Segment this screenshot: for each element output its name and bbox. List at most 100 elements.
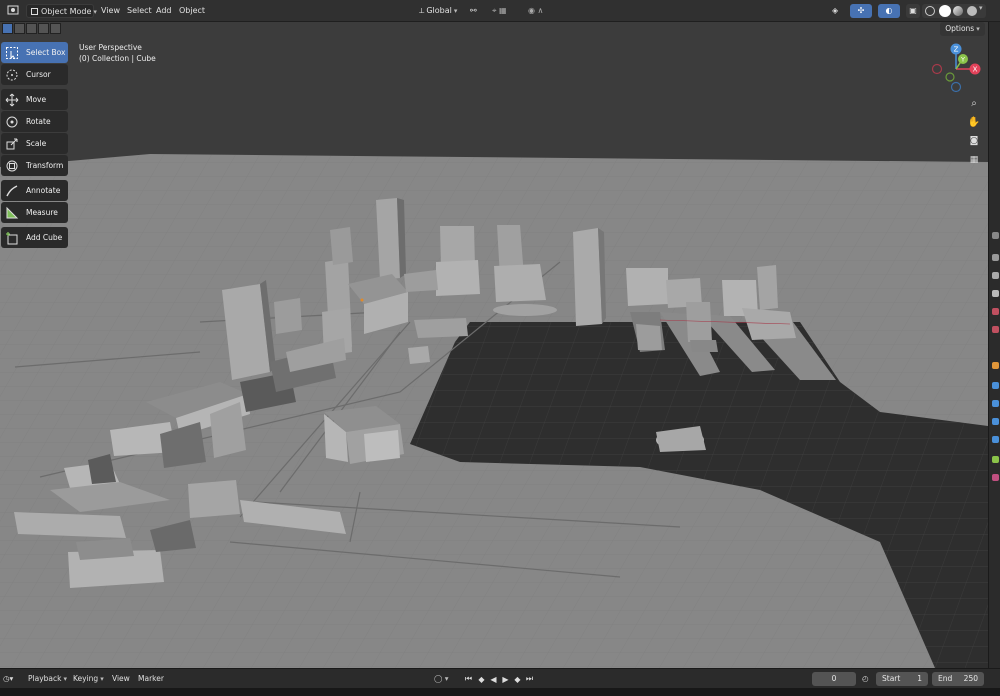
- play-reverse-button[interactable]: ◀: [488, 673, 499, 685]
- select-new-icon[interactable]: [2, 23, 13, 34]
- tool-add-cube[interactable]: Add Cube: [1, 227, 68, 248]
- select-invert-icon[interactable]: [38, 23, 49, 34]
- ortho-toggle-button[interactable]: ▦: [965, 151, 983, 169]
- pivot-point-button[interactable]: ⚯: [466, 4, 486, 18]
- neg-y-axis-handle[interactable]: [945, 72, 955, 82]
- menu-select[interactable]: Select: [127, 4, 152, 18]
- camera-view-button[interactable]: ◙: [965, 132, 983, 150]
- chevron-down-icon[interactable]: ▾: [979, 4, 983, 12]
- 3d-viewport[interactable]: User Perspective (0) Collection | Cube S…: [0, 22, 988, 668]
- tool-scale[interactable]: Scale: [1, 133, 68, 154]
- properties-editor-edge[interactable]: [988, 22, 1000, 668]
- wireframe-shading-icon[interactable]: [925, 6, 935, 16]
- mode-dropdown[interactable]: Object Mode ▾: [26, 4, 97, 18]
- rotate-icon: [6, 116, 18, 127]
- modifier-tab-icon[interactable]: [992, 382, 999, 389]
- neg-x-axis-handle[interactable]: [931, 63, 943, 75]
- select-subtract-icon[interactable]: [26, 23, 37, 34]
- x-axis-label: X: [973, 66, 978, 74]
- pan-button[interactable]: ✋: [965, 113, 983, 131]
- menu-view[interactable]: View: [101, 4, 120, 18]
- current-frame-field[interactable]: 0: [812, 672, 856, 686]
- rendered-shading-icon[interactable]: [967, 6, 977, 16]
- solid-shading-icon[interactable]: [939, 5, 951, 17]
- record-icon: ◯ ▾: [434, 674, 449, 683]
- tool-annotate[interactable]: Annotate: [1, 180, 68, 201]
- proportional-edit-button[interactable]: ◉ ∧: [524, 4, 554, 18]
- prev-keyframe-button[interactable]: ◆: [476, 673, 487, 685]
- tool-select-box[interactable]: Select Box: [1, 42, 68, 63]
- start-value: 1: [917, 674, 922, 683]
- tool-label: Cursor: [26, 70, 51, 79]
- editor-type-icon: [7, 5, 19, 15]
- physics-tab-icon[interactable]: [992, 418, 999, 425]
- chevron-down-icon: ▾: [100, 675, 104, 683]
- tool-label: Measure: [26, 208, 58, 217]
- scene-tab-icon[interactable]: [992, 308, 999, 315]
- tool-label: Rotate: [26, 117, 51, 126]
- clock-icon: ◷▾: [3, 674, 14, 683]
- select-intersect-icon[interactable]: [50, 23, 61, 34]
- view-layer-tab-icon[interactable]: [992, 290, 999, 297]
- status-bar: [0, 688, 1000, 696]
- tool-label: Move: [26, 95, 47, 104]
- play-button[interactable]: ▶: [500, 673, 511, 685]
- output-tab-icon[interactable]: [992, 272, 999, 279]
- tool-tab-icon[interactable]: [992, 232, 999, 239]
- select-extend-icon[interactable]: [14, 23, 25, 34]
- tool-transform[interactable]: Transform: [1, 155, 68, 176]
- play-icon: ▶: [502, 674, 509, 684]
- jump-start-button[interactable]: ⏮: [463, 673, 474, 685]
- overlay-toggle-button[interactable]: ◐: [878, 4, 900, 18]
- tool-measure[interactable]: Measure: [1, 202, 68, 223]
- navigation-gizmo[interactable]: Z X Y: [928, 42, 984, 94]
- pivot-icon: ⚯: [470, 6, 477, 15]
- menu-keying[interactable]: Keying ▾: [73, 673, 104, 685]
- move-icon: [5, 93, 19, 106]
- jump-end-button[interactable]: ⏭: [524, 673, 535, 685]
- chevron-down-icon: ▾: [93, 8, 97, 16]
- menu-timeline-view[interactable]: View: [112, 673, 130, 685]
- play-reverse-icon: ◀: [490, 674, 497, 684]
- snap-button[interactable]: ⌖ ▦: [488, 4, 522, 18]
- menu-object[interactable]: Object: [179, 4, 205, 18]
- menu-playback[interactable]: Playback ▾: [28, 673, 67, 685]
- render-tab-icon[interactable]: [992, 254, 999, 261]
- neg-z-axis-handle[interactable]: [950, 81, 962, 93]
- menu-marker[interactable]: Marker: [138, 673, 164, 685]
- preview-range-button[interactable]: ◴: [862, 673, 869, 685]
- tool-label: Annotate: [26, 186, 61, 195]
- particles-tab-icon[interactable]: [992, 400, 999, 407]
- constraints-tab-icon[interactable]: [992, 436, 999, 443]
- options-dropdown[interactable]: Options ▾: [940, 22, 985, 36]
- editor-type-button[interactable]: ◷▾: [3, 673, 21, 685]
- tool-label: Transform: [26, 161, 64, 170]
- object-tab-icon[interactable]: [992, 362, 999, 369]
- transform-orientation-dropdown[interactable]: ⟂ Global ▾: [415, 4, 463, 18]
- auto-keying-button[interactable]: ◯ ▾: [434, 673, 449, 685]
- next-keyframe-icon: ◆: [514, 674, 521, 684]
- xray-icon: ▣: [909, 6, 917, 15]
- world-tab-icon[interactable]: [992, 326, 999, 333]
- start-frame-field[interactable]: Start 1: [876, 672, 928, 686]
- object-mode-icon: [31, 8, 38, 15]
- material-tab-icon[interactable]: [992, 474, 999, 481]
- material-shading-icon[interactable]: [953, 6, 963, 16]
- viewport-header: Object Mode ▾ View Select Add Object ⟂ Glo…: [0, 0, 1000, 22]
- menu-add[interactable]: Add: [156, 4, 172, 18]
- visibility-button[interactable]: ◈: [828, 4, 848, 18]
- gizmo-toggle-button[interactable]: ✣: [850, 4, 872, 18]
- next-keyframe-button[interactable]: ◆: [512, 673, 523, 685]
- perspective-label: User Perspective: [79, 43, 142, 52]
- end-frame-field[interactable]: End 250: [932, 672, 984, 686]
- options-label: Options: [945, 24, 975, 33]
- tool-cursor[interactable]: Cursor: [1, 64, 68, 85]
- zoom-button[interactable]: ⌕: [965, 94, 983, 112]
- xray-toggle-button[interactable]: ▣: [906, 4, 920, 18]
- proportional-edit-icon: ◉ ∧: [528, 6, 544, 15]
- tool-move[interactable]: Move: [1, 89, 68, 110]
- data-tab-icon[interactable]: [992, 456, 999, 463]
- tool-rotate[interactable]: Rotate: [1, 111, 68, 132]
- editor-type-button[interactable]: [3, 4, 23, 18]
- tool-label: Add Cube: [26, 233, 63, 242]
